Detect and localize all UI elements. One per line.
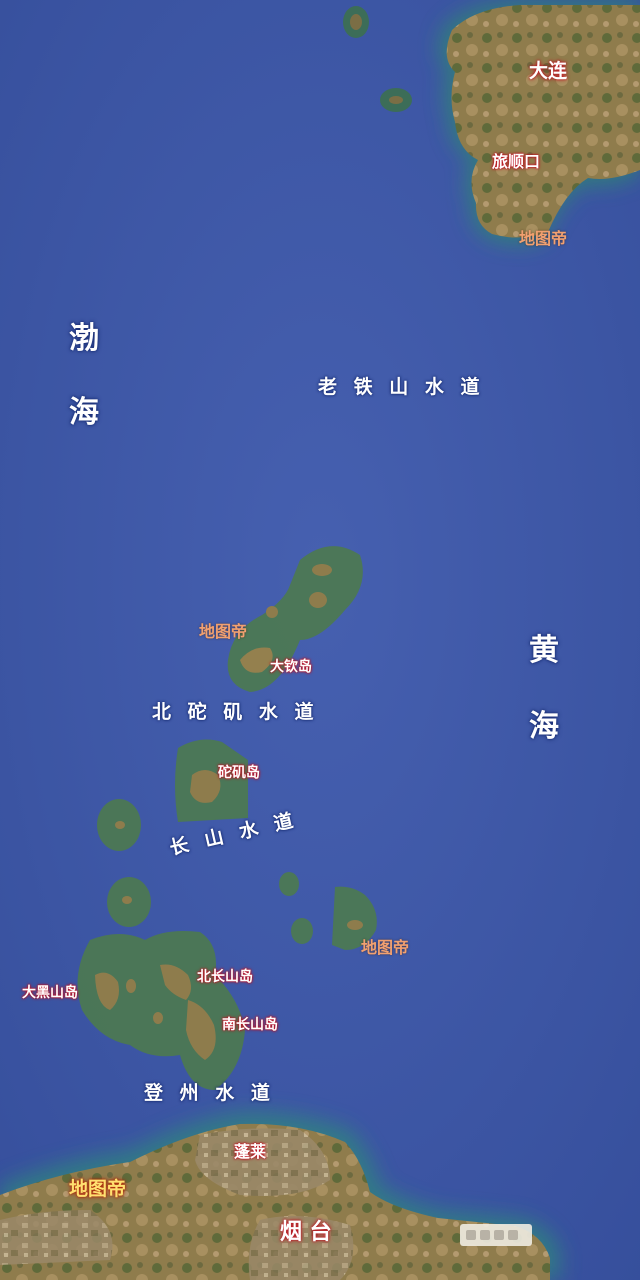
logo-badge <box>460 1224 532 1246</box>
strait-label-laotieshan: 老 铁 山 水 道 <box>318 376 485 398</box>
strait-label-dengzhou: 登 州 水 道 <box>144 1082 275 1104</box>
island-label-tuoji: 砣矶岛 <box>218 765 260 781</box>
watermark-middle-right: 地图帝 <box>361 938 410 957</box>
watermark-bottom-left: 地图帝 <box>69 1178 127 1200</box>
city-label-penglai: 蓬莱 <box>234 1142 267 1161</box>
watermark-top-right: 地图帝 <box>519 229 568 248</box>
island-label-nanchangshan: 南长山岛 <box>222 1017 278 1033</box>
strait-label-beituoji: 北 砣 矶 水 道 <box>152 701 319 723</box>
sea-label-huanghai-2: 海 <box>529 709 559 744</box>
city-label-dalian: 大连 <box>529 60 568 82</box>
island-label-daqin: 大钦岛 <box>270 659 312 675</box>
map-view[interactable]: 渤 海 黄 海 老 铁 山 水 道 北 砣 矶 水 道 长 山 水 道 登 州 … <box>0 0 640 1280</box>
city-label-yantai: 烟 台 <box>280 1220 332 1245</box>
sea-label-bohai-1: 渤 <box>69 321 99 356</box>
city-label-lushunkou: 旅顺口 <box>492 152 541 171</box>
watermark-middle-left: 地图帝 <box>199 622 248 641</box>
sea-label-huanghai-1: 黄 <box>529 633 559 668</box>
sea-label-bohai-2: 海 <box>69 395 99 430</box>
island-label-beichangshan: 北长山岛 <box>197 969 253 985</box>
island-label-daheishan: 大黑山岛 <box>22 985 78 1001</box>
